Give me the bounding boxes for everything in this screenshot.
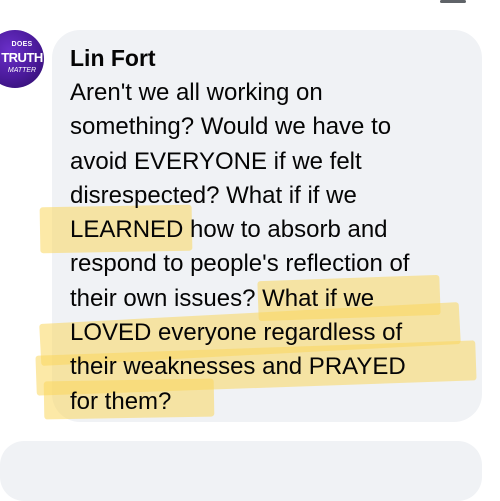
menu-bar-icon[interactable] xyxy=(440,0,466,3)
comment-line: respond to people's reflection of xyxy=(70,250,410,278)
comment-line: LOVED everyone regardless of xyxy=(70,319,403,347)
comment-line: their own issues? What if we xyxy=(70,284,375,312)
comment-line: LEARNED how to absorb and xyxy=(70,216,388,244)
comment-line: disrespected? What if if we xyxy=(70,181,357,209)
comment-line: Aren't we all working on xyxy=(70,79,323,106)
comment-text: Aren't we all working on something? Woul… xyxy=(70,76,472,419)
comment-line: for them? xyxy=(70,387,172,415)
comment-line: something? Would we have to xyxy=(70,113,392,141)
avatar-text-bottom: MATTER xyxy=(7,67,37,74)
comment-line: their weaknesses and PRAYED xyxy=(70,353,406,381)
avatar-text-top: DOES xyxy=(11,41,33,48)
comment-author[interactable]: Lin Fort xyxy=(70,45,156,72)
avatar-text-main: TRUTH xyxy=(1,50,43,65)
avatar[interactable]: DOES TRUTH MATTER xyxy=(0,30,44,88)
next-comment-bubble xyxy=(0,441,482,501)
comment-line: avoid EVERYONE if we felt xyxy=(70,147,362,175)
